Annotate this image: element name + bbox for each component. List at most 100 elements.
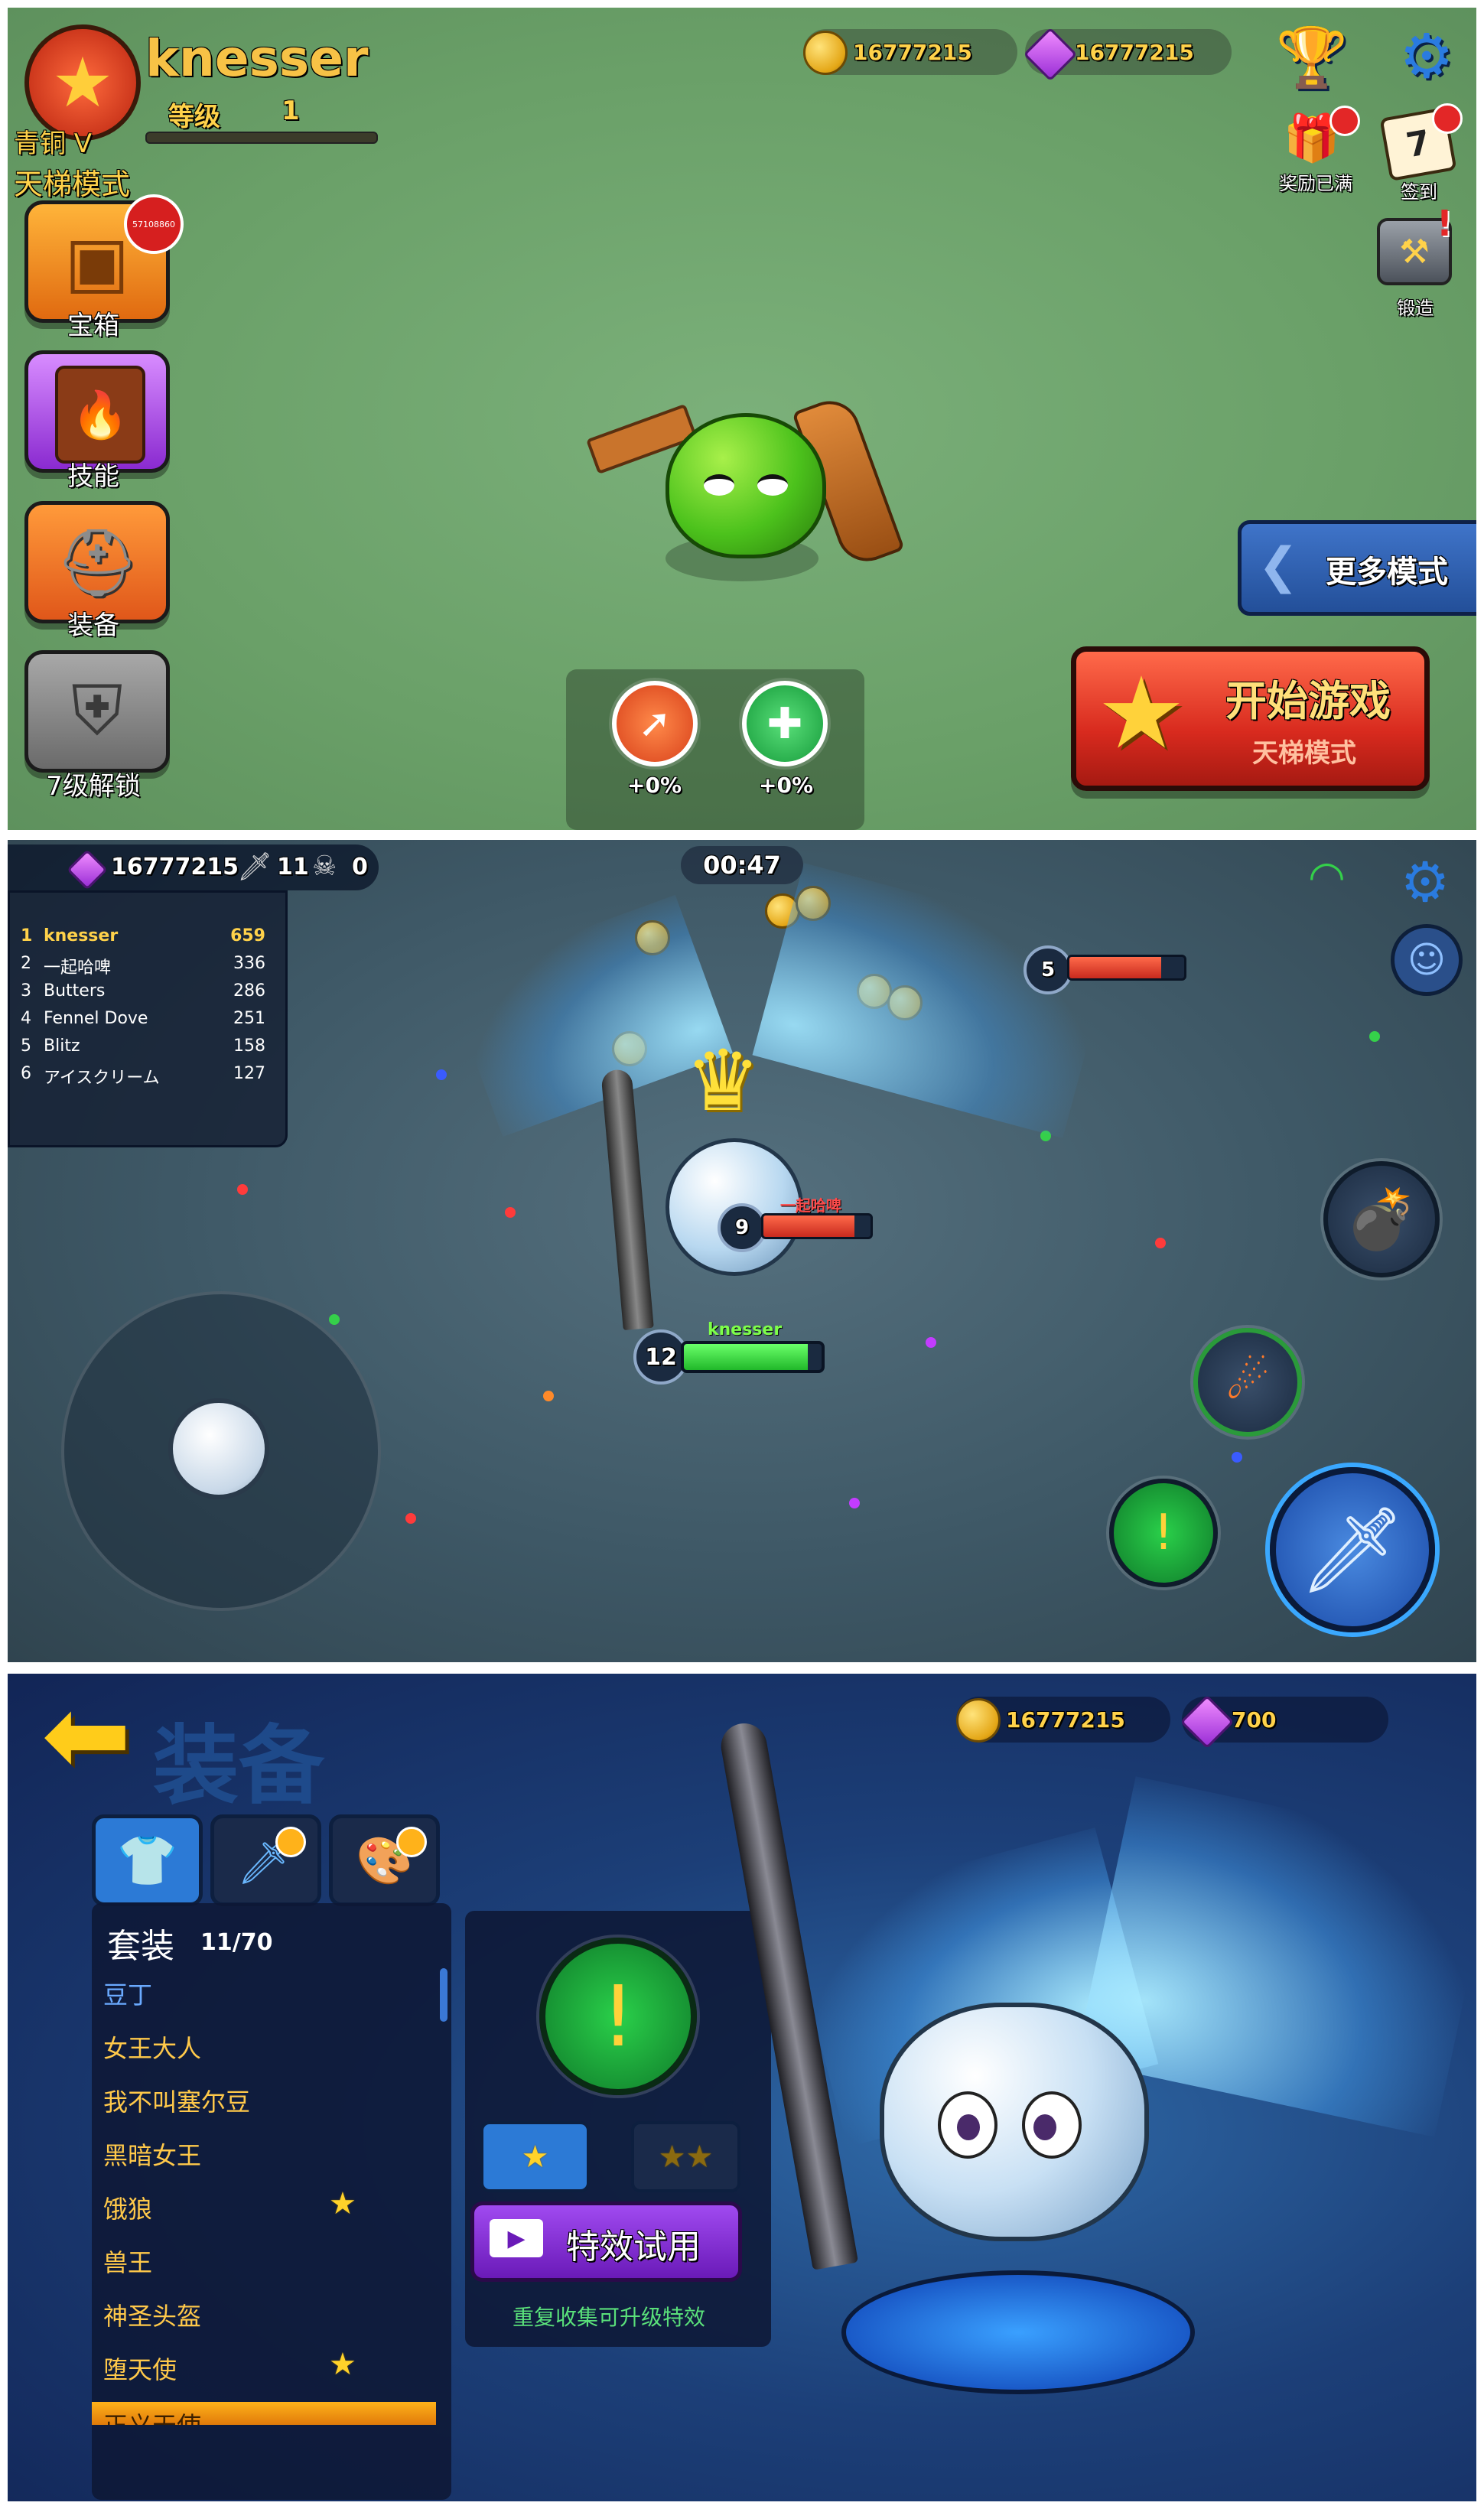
locked-button[interactable]: ⛨ bbox=[24, 650, 170, 773]
start-subtitle: 天梯模式 bbox=[1252, 738, 1356, 769]
death-count: 0 bbox=[352, 854, 368, 880]
locked-label: 7级解锁 bbox=[46, 771, 141, 802]
list-item[interactable]: 女王大人 bbox=[103, 2029, 201, 2065]
list-item[interactable]: 豆丁 bbox=[103, 1976, 152, 2011]
player-name: 一起哈啤 bbox=[44, 958, 112, 978]
battle-screen: 16777215 🗡 11 ☠ 0 1 knesser 659 2 一起哈啤 3… bbox=[8, 840, 1476, 1662]
bomb-skill-button[interactable]: 💣 bbox=[1323, 1161, 1440, 1277]
leaderboard-row: 3 Butters 286 bbox=[21, 981, 265, 1001]
two-star-tab[interactable]: ★★ bbox=[631, 2121, 740, 2192]
skull-icon: ☠ bbox=[312, 851, 337, 882]
coin-amount: 16777215 bbox=[853, 40, 972, 65]
xp-dot bbox=[543, 1391, 554, 1401]
locked-shield-icon: ⛨ bbox=[71, 671, 123, 751]
star-icon: ★ bbox=[329, 2347, 356, 2382]
equipment-screen: ⬅ 装备 16777215 700 👕 🗡 🎨 套装 11/70 豆丁 女王大人… bbox=[8, 1674, 1476, 2501]
coin-icon bbox=[956, 1698, 1001, 1743]
notification-dot bbox=[1329, 106, 1360, 136]
rank: 2 bbox=[21, 954, 31, 973]
attack-button[interactable]: 🗡 bbox=[1270, 1467, 1435, 1632]
effect-icon: ! bbox=[539, 1938, 697, 2095]
score: 127 bbox=[233, 1064, 265, 1083]
leaderboard-row: 4 Fennel Dove 251 bbox=[21, 1009, 265, 1028]
rank: 6 bbox=[21, 1064, 31, 1083]
list-item[interactable]: 黑暗女王 bbox=[103, 2136, 201, 2172]
preview-pedestal bbox=[841, 2270, 1195, 2394]
list-item[interactable]: 兽王 bbox=[103, 2244, 152, 2279]
checkin-label: 签到 bbox=[1401, 181, 1437, 203]
player-name: knesser bbox=[44, 926, 119, 945]
xp-dot bbox=[329, 1314, 340, 1325]
scrollbar[interactable] bbox=[440, 1968, 447, 2022]
enemy-level-badge: 5 bbox=[1024, 945, 1072, 994]
one-star-tab[interactable]: ★ bbox=[480, 2121, 590, 2192]
attack-buff-icon[interactable]: ➚ bbox=[612, 681, 698, 766]
attack-buff-value: +0% bbox=[627, 773, 682, 798]
player-name: Fennel Dove bbox=[44, 1009, 148, 1028]
alert-icon bbox=[275, 1827, 306, 1857]
star-rank-icon: ★ bbox=[51, 42, 114, 123]
list-item[interactable]: 堕天使 bbox=[103, 2351, 177, 2386]
score: 286 bbox=[233, 981, 265, 1001]
level-label: 等级 bbox=[168, 102, 220, 132]
xp-dot bbox=[436, 1069, 447, 1080]
player-hp-bar bbox=[681, 1341, 825, 1373]
coin-amount: 16777215 bbox=[1006, 1707, 1125, 1733]
gear-icon[interactable]: ⚙ bbox=[1392, 21, 1461, 92]
energy-wing-right bbox=[752, 863, 1115, 1138]
enemy-hp-fill bbox=[763, 1215, 854, 1237]
selected-list-item[interactable]: 正义天使 bbox=[92, 2402, 436, 2425]
rank: 1 bbox=[21, 926, 33, 945]
meteor-skill-button[interactable]: ☄ bbox=[1193, 1328, 1302, 1437]
left-eye bbox=[704, 474, 734, 496]
more-modes-button[interactable]: ❮ 更多模式 bbox=[1238, 520, 1476, 616]
leaderboard-row: 5 Blitz 158 bbox=[21, 1036, 265, 1056]
reward-label: 奖励已满 bbox=[1279, 173, 1352, 194]
level-value: 1 bbox=[282, 96, 300, 126]
chevron-left-icon: ❮ bbox=[1258, 538, 1299, 594]
forge-label: 锻造 bbox=[1397, 298, 1434, 319]
gem-amount: 700 bbox=[1232, 1707, 1277, 1733]
score: 336 bbox=[233, 954, 265, 973]
leaderboard: 1 knesser 659 2 一起哈啤 336 3 Butters 286 4… bbox=[8, 890, 288, 1147]
more-modes-label: 更多模式 bbox=[1326, 555, 1448, 590]
skills-label: 技能 bbox=[67, 461, 119, 492]
tab-outfits[interactable]: 👕 bbox=[92, 1814, 203, 1906]
list-item[interactable]: 神圣头盔 bbox=[103, 2297, 201, 2332]
rank: 4 bbox=[21, 1009, 31, 1028]
xp-dot bbox=[926, 1337, 936, 1348]
green-slime-character[interactable] bbox=[666, 413, 826, 558]
reward-button[interactable]: 🎁 奖励已满 bbox=[1270, 106, 1360, 199]
health-buff-value: +0% bbox=[759, 773, 813, 798]
checkin-button[interactable]: 7 签到 bbox=[1377, 103, 1463, 203]
player-name-tag: knesser bbox=[708, 1320, 783, 1339]
list-item[interactable]: 我不叫塞尔豆 bbox=[103, 2083, 250, 2118]
list-item[interactable]: 饿狼 bbox=[103, 2190, 152, 2225]
leaderboard-row: 1 knesser 659 bbox=[21, 926, 265, 945]
skills-button[interactable]: 🔥 bbox=[24, 350, 170, 473]
emoji-button[interactable]: ☺ bbox=[1391, 924, 1463, 996]
forge-button[interactable]: ⚒ ! 锻造 bbox=[1369, 203, 1461, 319]
start-game-button[interactable]: ★ 开始游戏 天梯模式 bbox=[1071, 646, 1430, 791]
tab-weapons[interactable]: 🗡 bbox=[210, 1814, 321, 1906]
tab-colors[interactable]: 🎨 bbox=[329, 1814, 440, 1906]
page-title: 装备 bbox=[153, 1717, 324, 1816]
rank: 5 bbox=[21, 1036, 31, 1056]
trial-button-label: 特效试用 bbox=[566, 2228, 701, 2267]
special-skill-button[interactable]: ! bbox=[1109, 1479, 1218, 1587]
effect-trial-button[interactable]: ▶ 特效试用 bbox=[470, 2201, 742, 2282]
health-buff-icon[interactable]: ✚ bbox=[742, 681, 828, 766]
joystick-knob[interactable] bbox=[168, 1398, 269, 1499]
wifi-icon: ◠ bbox=[1308, 852, 1346, 902]
upgrade-hint: 重复收集可升级特效 bbox=[513, 2305, 706, 2330]
spellbook-icon: 🔥 bbox=[55, 366, 145, 464]
gear-icon[interactable]: ⚙ bbox=[1391, 848, 1460, 916]
start-title: 开始游戏 bbox=[1225, 677, 1391, 725]
gem-amount: 16777215 bbox=[1075, 40, 1194, 65]
crown-icon: ♛ bbox=[685, 1032, 761, 1130]
buff-panel bbox=[566, 669, 864, 830]
xp-dot bbox=[1155, 1238, 1166, 1248]
back-arrow-button[interactable]: ⬅ bbox=[21, 1674, 151, 1798]
trophy-icon[interactable]: 🏆 bbox=[1276, 23, 1349, 92]
chest-label: 宝箱 bbox=[67, 311, 119, 341]
